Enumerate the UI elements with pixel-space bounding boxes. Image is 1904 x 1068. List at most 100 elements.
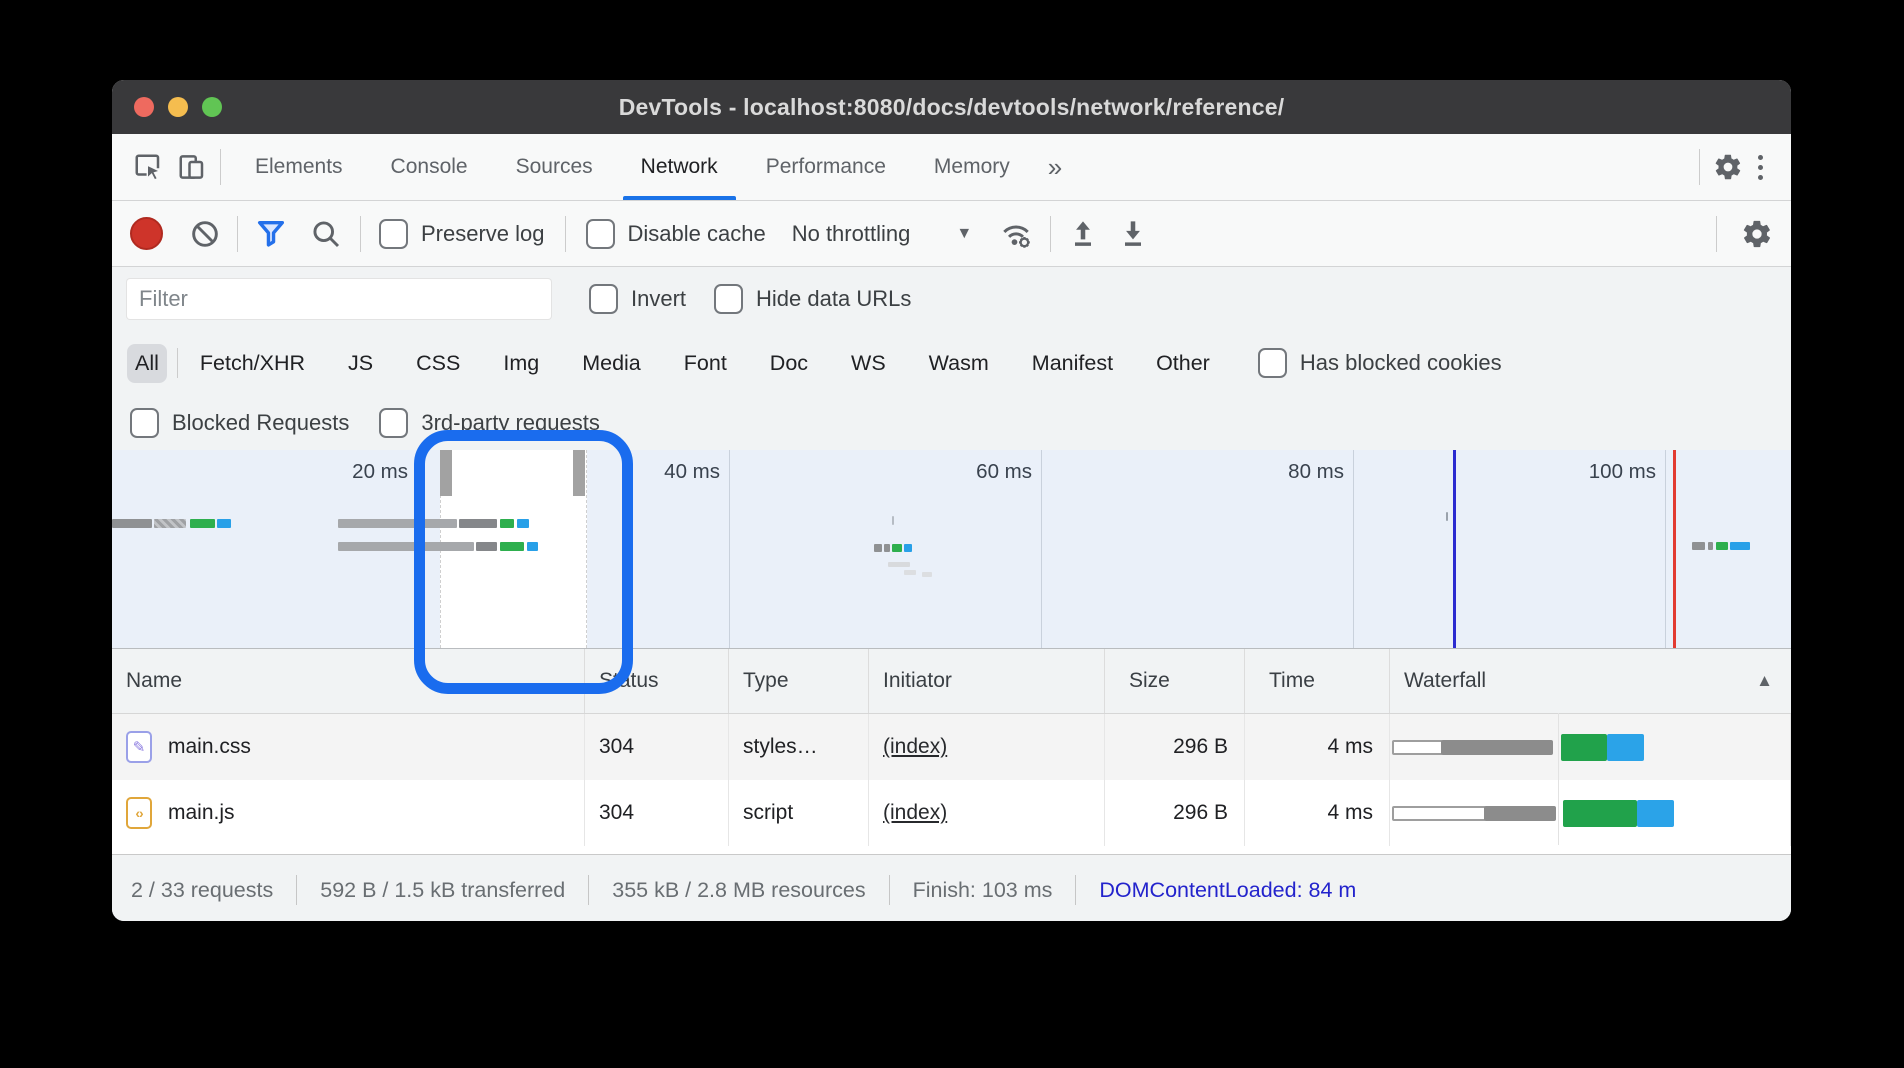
has-blocked-cookies-checkbox[interactable] bbox=[1258, 348, 1287, 378]
hide-data-urls-checkbox[interactable] bbox=[714, 284, 743, 314]
inspect-element-icon[interactable] bbox=[130, 149, 166, 185]
third-party-requests-checkbox-group[interactable]: 3rd-party requests bbox=[379, 408, 600, 438]
overview-bar-faint bbox=[888, 562, 910, 567]
requests-count: 2 / 33 requests bbox=[131, 878, 273, 903]
tab-network[interactable]: Network bbox=[617, 134, 742, 200]
kebab-menu-icon[interactable] bbox=[1746, 149, 1775, 186]
divider bbox=[1699, 149, 1700, 185]
overview-bar bbox=[338, 519, 457, 528]
tick-label-40ms: 40 ms bbox=[664, 460, 720, 484]
filter-chip-css[interactable]: CSS bbox=[408, 344, 468, 383]
filter-chip-other[interactable]: Other bbox=[1148, 344, 1218, 383]
filter-chip-font[interactable]: Font bbox=[676, 344, 735, 383]
request-initiator-cell[interactable]: (index) bbox=[869, 780, 1105, 846]
filter-chip-manifest[interactable]: Manifest bbox=[1024, 344, 1121, 383]
overview-bar bbox=[217, 519, 231, 528]
divider bbox=[177, 348, 178, 378]
tab-sources[interactable]: Sources bbox=[492, 134, 617, 200]
preserve-log-checkbox-group[interactable]: Preserve log bbox=[379, 219, 545, 249]
selection-left-handle[interactable] bbox=[440, 450, 452, 496]
network-settings-gear-icon[interactable] bbox=[1741, 218, 1773, 250]
overview-bar bbox=[884, 544, 890, 552]
column-header-waterfall[interactable]: Waterfall ▲ bbox=[1390, 649, 1791, 713]
column-header-status[interactable]: Status bbox=[585, 649, 729, 713]
overview-bar bbox=[892, 544, 902, 552]
divider bbox=[588, 875, 589, 905]
blocked-requests-checkbox[interactable] bbox=[130, 408, 159, 438]
invert-checkbox-group[interactable]: Invert bbox=[589, 284, 686, 314]
filter-input[interactable] bbox=[127, 279, 551, 319]
hide-data-urls-checkbox-group[interactable]: Hide data URLs bbox=[714, 284, 911, 314]
record-network-log-button[interactable] bbox=[130, 217, 163, 250]
column-header-type[interactable]: Type bbox=[729, 649, 869, 713]
filter-chip-doc[interactable]: Doc bbox=[762, 344, 816, 383]
filter-chip-wasm[interactable]: Wasm bbox=[921, 344, 997, 383]
filter-chip-ws[interactable]: WS bbox=[843, 344, 894, 383]
column-header-initiator[interactable]: Initiator bbox=[869, 649, 1105, 713]
preserve-log-checkbox[interactable] bbox=[379, 219, 408, 249]
tab-performance[interactable]: Performance bbox=[742, 134, 910, 200]
filter-chip-fetch-xhr[interactable]: Fetch/XHR bbox=[192, 344, 313, 383]
close-window-button[interactable] bbox=[134, 97, 154, 117]
disable-cache-checkbox-group[interactable]: Disable cache bbox=[586, 219, 766, 249]
import-har-icon[interactable] bbox=[1067, 218, 1099, 250]
column-header-time[interactable]: Time bbox=[1245, 649, 1390, 713]
request-waterfall-cell[interactable] bbox=[1390, 780, 1791, 846]
overview-bar bbox=[1730, 542, 1750, 550]
has-blocked-cookies-checkbox-group[interactable]: Has blocked cookies bbox=[1258, 348, 1502, 378]
blocked-requests-checkbox-group[interactable]: Blocked Requests bbox=[130, 408, 349, 438]
export-har-icon[interactable] bbox=[1117, 218, 1149, 250]
requests-table: Name Status Type Initiator Size Time Wat… bbox=[112, 649, 1791, 854]
initiator-link[interactable]: (index) bbox=[883, 735, 947, 759]
network-conditions-icon[interactable] bbox=[998, 216, 1034, 252]
tab-memory[interactable]: Memory bbox=[910, 134, 1034, 200]
tab-console[interactable]: Console bbox=[367, 134, 492, 200]
filter-chip-js[interactable]: JS bbox=[340, 344, 381, 383]
request-name-cell[interactable]: ‹› main.js bbox=[112, 780, 585, 846]
settings-gear-icon[interactable] bbox=[1710, 149, 1746, 185]
initiator-link[interactable]: (index) bbox=[883, 801, 947, 825]
search-icon[interactable] bbox=[310, 218, 342, 250]
network-overview-timeline[interactable]: 20 ms 40 ms 60 ms 80 ms 100 ms bbox=[112, 450, 1791, 649]
third-party-requests-checkbox[interactable] bbox=[379, 408, 408, 438]
finish-time: Finish: 103 ms bbox=[913, 878, 1053, 903]
table-row[interactable]: ✎ main.css 304 styles… (index) 296 B 4 m… bbox=[112, 714, 1791, 780]
overview-tick bbox=[1446, 512, 1448, 521]
request-initiator-cell[interactable]: (index) bbox=[869, 714, 1105, 780]
filter-chip-media[interactable]: Media bbox=[574, 344, 649, 383]
dom-content-loaded-line bbox=[1453, 450, 1456, 648]
invert-label: Invert bbox=[631, 286, 686, 312]
waterfall-queueing-bar bbox=[1392, 740, 1443, 755]
more-tabs-icon[interactable]: » bbox=[1034, 152, 1076, 183]
dropdown-caret-icon[interactable]: ▼ bbox=[956, 225, 972, 243]
clear-network-log-icon[interactable] bbox=[189, 218, 221, 250]
throttling-select[interactable]: No throttling bbox=[792, 221, 911, 247]
table-row[interactable]: ‹› main.js 304 script (index) 296 B 4 ms bbox=[112, 780, 1791, 846]
disable-cache-checkbox[interactable] bbox=[586, 219, 615, 249]
waterfall-download-bar bbox=[1637, 800, 1674, 827]
invert-checkbox[interactable] bbox=[589, 284, 618, 314]
maximize-window-button[interactable] bbox=[202, 97, 222, 117]
transferred-size: 592 B / 1.5 kB transferred bbox=[320, 878, 565, 903]
overview-bar bbox=[904, 544, 912, 552]
filter-chip-all[interactable]: All bbox=[127, 344, 167, 383]
request-status-cell: 304 bbox=[585, 780, 729, 846]
title-bar[interactable]: DevTools - localhost:8080/docs/devtools/… bbox=[112, 80, 1791, 134]
waterfall-stalled-bar bbox=[1484, 806, 1556, 821]
minimize-window-button[interactable] bbox=[168, 97, 188, 117]
selection-right-handle[interactable] bbox=[573, 450, 585, 496]
request-waterfall-cell[interactable] bbox=[1390, 714, 1791, 780]
sort-asc-icon[interactable]: ▲ bbox=[1756, 671, 1791, 691]
divider bbox=[296, 875, 297, 905]
overview-bar bbox=[190, 519, 215, 528]
filter-row: Invert Hide data URLs bbox=[112, 267, 1791, 331]
divider bbox=[360, 216, 361, 252]
request-name-cell[interactable]: ✎ main.css bbox=[112, 714, 585, 780]
device-toolbar-icon[interactable] bbox=[174, 149, 210, 185]
filter-funnel-icon[interactable] bbox=[254, 217, 288, 251]
column-header-name[interactable]: Name bbox=[112, 649, 585, 713]
request-type-cell: script bbox=[729, 780, 869, 846]
filter-chip-img[interactable]: Img bbox=[495, 344, 547, 383]
column-header-size[interactable]: Size bbox=[1105, 649, 1245, 713]
tab-elements[interactable]: Elements bbox=[231, 134, 367, 200]
